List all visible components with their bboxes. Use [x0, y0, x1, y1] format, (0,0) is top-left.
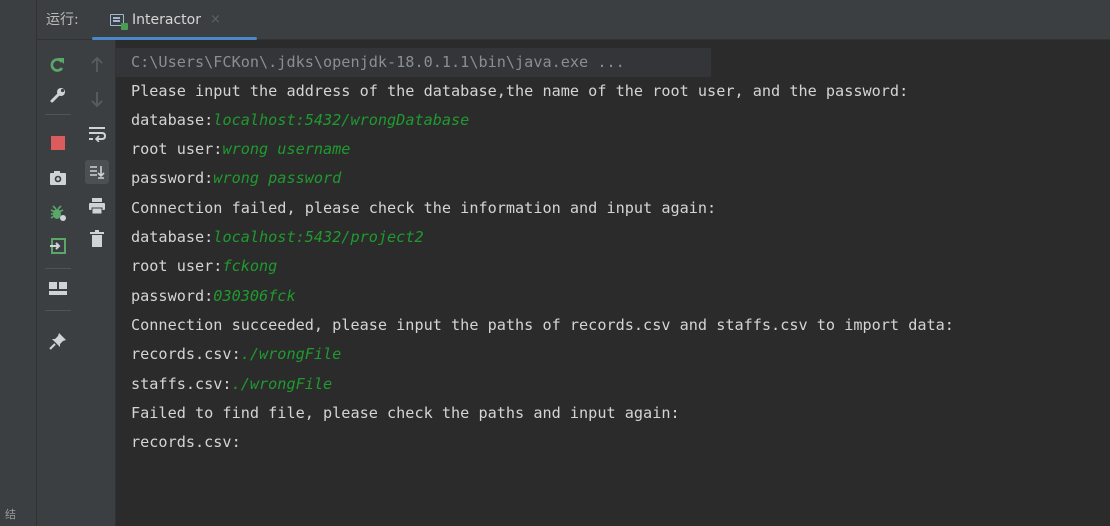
console-line: Please input the address of the database…: [131, 82, 909, 100]
console-output[interactable]: C:\Users\FCKon\.jdks\openjdk-18.0.1.1\bi…: [116, 40, 1110, 526]
up-arrow-icon[interactable]: [85, 53, 109, 77]
user-input-text: wrong username: [222, 140, 351, 158]
console-line: root user:wrong username: [131, 140, 351, 158]
console-line: password:wrong password: [131, 169, 342, 187]
camera-icon[interactable]: [46, 166, 70, 190]
console-line: database:localhost:5432/project2: [131, 228, 424, 246]
exit-icon[interactable]: [46, 234, 70, 258]
console-toolbar: [79, 40, 116, 526]
down-arrow-icon[interactable]: [85, 87, 109, 111]
user-input-text: localhost:5432/project2: [213, 228, 424, 246]
debug-bug-icon[interactable]: [46, 201, 70, 225]
console-line: database:localhost:5432/wrongDatabase: [131, 111, 470, 129]
console-line: Connection failed, please check the info…: [131, 199, 717, 217]
stop-icon[interactable]: [46, 131, 70, 155]
close-icon[interactable]: ×: [210, 0, 221, 40]
rerun-icon[interactable]: [46, 53, 70, 77]
command-line: C:\Users\FCKon\.jdks\openjdk-18.0.1.1\bi…: [131, 53, 625, 71]
user-input-text: ./wrongFile: [231, 375, 333, 393]
tab-title: Interactor: [132, 12, 201, 28]
left-edge-strip: 结: [0, 0, 37, 526]
user-input-text: wrong password: [213, 169, 342, 187]
print-icon[interactable]: [85, 194, 109, 218]
console-line: Connection succeeded, please input the p…: [131, 316, 954, 334]
pin-icon[interactable]: [46, 329, 70, 353]
console-line: Failed to find file, please check the pa…: [131, 404, 680, 422]
trash-icon[interactable]: [85, 227, 109, 251]
console-window-icon: [110, 14, 128, 30]
run-toolbar: [37, 40, 79, 526]
tool-window-header: 运行: Interactor ×: [37, 0, 1110, 40]
console-line: records.csv:./wrongFile: [131, 345, 342, 363]
edge-label: 结: [5, 508, 16, 521]
run-window-label: 运行:: [46, 12, 79, 28]
console-line: root user:fckong: [131, 257, 278, 275]
console-line: staffs.csv:./wrongFile: [131, 375, 333, 393]
user-input-text: 030306fck: [213, 287, 296, 305]
console-line: password:030306fck: [131, 287, 296, 305]
layout-icon[interactable]: [46, 277, 70, 301]
user-input-text: localhost:5432/wrongDatabase: [213, 111, 470, 129]
tab-interactor[interactable]: Interactor ×: [92, 0, 257, 40]
console-line: records.csv:: [131, 433, 241, 451]
soft-wrap-icon[interactable]: [85, 122, 109, 146]
wrench-icon[interactable]: [46, 83, 70, 107]
user-input-text: fckong: [222, 257, 278, 275]
scroll-to-end-icon[interactable]: [85, 160, 109, 184]
user-input-text: ./wrongFile: [240, 345, 342, 363]
